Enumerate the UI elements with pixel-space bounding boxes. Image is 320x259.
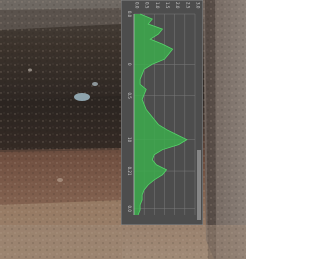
depth-profile-chart: 0.0 0.5 1.0 1.5 2.0 2.5 3.0 0.0 0 0.5 10 0.21 0.0 [121, 0, 203, 225]
x-tick-label: 3.0 [196, 2, 201, 9]
y-tick-label: 10 [127, 137, 132, 143]
x-tick-label: 2.0 [175, 2, 180, 9]
x-tick-label: 0.0 [135, 2, 140, 9]
x-tick-label: 2.5 [185, 2, 190, 9]
y-tick-label: 0.21 [127, 167, 132, 176]
y-tick-label: 0.5 [127, 92, 132, 99]
y-tick-label: 0 [127, 63, 132, 66]
chart-panel-background [121, 0, 203, 225]
chart-scrollbar[interactable] [197, 150, 201, 220]
y-tick-label: 0.0 [127, 206, 132, 213]
x-tick-label: 0.5 [145, 2, 150, 9]
x-tick-label: 1.5 [165, 2, 170, 9]
soil-profile-scene: 0.0 0.5 1.0 1.5 2.0 2.5 3.0 0.0 0 0.5 10 0.21 0.0 [0, 0, 246, 259]
y-tick-label: 0.0 [127, 11, 132, 18]
x-tick-label: 1.0 [155, 2, 160, 9]
